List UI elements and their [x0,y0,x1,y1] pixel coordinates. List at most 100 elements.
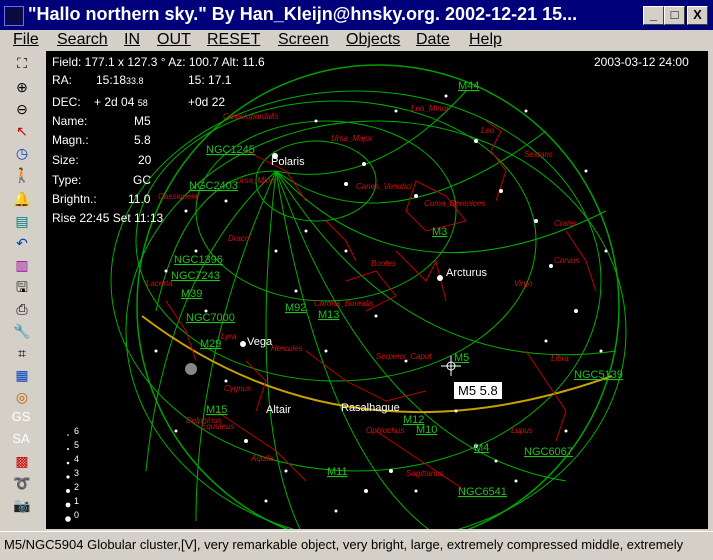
ra-value-fraction: 33.8 [126,76,144,86]
const-label: Cygnus [224,384,251,393]
dec-value-main: + 2d 04 [94,95,135,109]
datetime-display: 2003-03-12 24:00 [594,55,689,69]
title-bar: "Hallo northern sky." By Han_Kleijn@hnsk… [0,0,713,30]
const-label: Camelopardalis [223,112,279,121]
walk-icon[interactable]: 🚶 [12,166,32,184]
const-label: Delphinus [186,416,222,425]
size-value: 20 [138,153,152,167]
app-icon [4,6,24,26]
object-label-m29: M29 [200,338,221,350]
object-label-ngc1396: NGC1396 [174,254,223,266]
const-label: Lupus [511,426,533,435]
object-label-m4: M4 [474,442,489,454]
type-value: GC [133,173,151,187]
menu-out[interactable]: OUT [157,31,191,49]
menu-objects[interactable]: Objects [346,31,400,49]
pointer-icon[interactable]: ↖ [12,122,32,140]
object-label-ngc7243: NGC7243 [171,270,220,282]
binoculars-icon[interactable]: ⛶ [12,54,32,72]
object-label-m39: M39 [181,288,202,300]
object-label-ngc1245: NGC1245 [206,144,255,156]
ruler-icon[interactable]: ▤ [12,212,32,230]
const-label: Ophiuchus [366,426,404,435]
status-text: M5/NGC5904 Globular cluster,[V], very re… [4,537,684,552]
ra-value: 15:1833.8 [96,73,144,87]
camera-icon[interactable]: 📷 [12,496,32,514]
star-label-polaris: Polaris [271,156,305,168]
object-label-m92: M92 [285,302,306,314]
minimize-button[interactable]: _ [643,6,664,25]
object-label-m3: M3 [432,226,447,238]
star-labels[interactable]: Polaris Arcturus Vega Altair Rasalhague [247,156,487,416]
menu-in[interactable]: IN [124,31,140,49]
dec-value: + 2d 04 58 [94,95,148,109]
close-button[interactable]: X [687,6,708,25]
const-label: Aquila [250,454,274,463]
window-title: "Hallo northern sky." By Han_Kleijn@hnsk… [28,4,578,24]
menu-screen[interactable]: Screen [278,31,329,49]
print-icon[interactable]: ⎙ [12,300,32,318]
menu-search[interactable]: Search [57,31,108,49]
clock-icon[interactable]: ◷ [12,144,32,162]
object-tooltip: M5 5.8 [453,381,503,400]
const-label: Draco [228,234,250,243]
globe-icon[interactable]: ◎ [12,388,32,406]
const-label: Canes_Venatici [356,182,412,191]
left-toolbar: ⛶ ⊕ ⊖ ↖ ◷ 🚶 🔔 ▤ ↶ ▥ 🖫 ⎙ 🔧 ⌗ ▦ ◎ GS SA ▩ … [0,50,42,530]
bell-icon[interactable]: 🔔 [12,190,32,208]
object-label-ngc2403: NGC2403 [189,180,238,192]
gs-button[interactable]: GS [6,408,36,426]
name-label: Name: [52,114,88,128]
rise-set-times: Rise 22:45 Set 11:13 [52,211,164,225]
magn-label: Magn.: [52,133,89,147]
grid-icon[interactable]: ▩ [12,452,32,470]
status-bar: M5/NGC5904 Globular cluster,[V], very re… [0,531,713,560]
menu-reset[interactable]: RESET [207,31,260,49]
menu-bar: File Search IN OUT RESET Screen Objects … [0,30,713,50]
brightness-label: Brightn.: [52,192,97,206]
menu-file[interactable]: File [13,31,39,49]
const-label: Ursa_Minor [236,176,278,185]
brightness-value: 11.0 [128,192,151,206]
save-icon[interactable]: 🖫 [12,278,32,296]
ra-alt-value: 15: 17.1 [188,73,232,87]
const-label: Corvus [554,256,579,265]
const-label: Lyra [221,332,237,341]
const-label: Bootes [371,259,396,268]
const-label: Leo_Minor [411,104,449,113]
wrench-icon[interactable]: 🔧 [12,322,32,340]
maximize-button[interactable]: □ [664,6,685,25]
const-label: Lacerta [146,279,173,288]
object-label-ngc7000: NGC7000 [186,312,235,324]
object-label-m13: M13 [318,309,339,321]
const-label: Virgo [514,279,533,288]
mag-legend-dots [65,434,71,522]
sa-button[interactable]: SA [6,430,36,448]
lasso-icon[interactable]: ➰ [12,474,32,492]
const-label: Crater [554,219,577,228]
ra-label: RA: [52,73,73,87]
zoom-in-icon[interactable]: ⊕ [12,78,32,96]
menu-help[interactable]: Help [469,31,502,49]
planet-marker[interactable] [185,363,197,375]
ra-value-main: 15:18 [96,73,127,87]
star-label-rasalhague: Rasalhague [341,402,400,414]
object-label-m11: M11 [327,466,348,478]
undo-icon[interactable]: ↶ [12,234,32,252]
star-label-arcturus: Arcturus [446,267,487,279]
star-label-altair: Altair [266,404,291,416]
menu-date[interactable]: Date [416,31,450,49]
dec-label: DEC: [52,95,81,109]
const-label: Cassiopeia [158,192,198,201]
globe-outline [136,64,620,529]
sky-chart-view[interactable]: Camelopardalis Ursa_Major Leo_Minor Leo … [46,51,708,529]
const-label: Sagittarius [406,469,444,478]
size-label: Size: [52,153,79,167]
constellation-labels: Camelopardalis Ursa_Major Leo_Minor Leo … [146,104,579,478]
book-icon[interactable]: ▥ [12,256,32,274]
zoom-out-icon[interactable]: ⊖ [12,100,32,118]
dec-value-fraction: 58 [137,98,148,108]
binoculars2-icon[interactable]: ⌗ [12,344,32,362]
calendar-icon[interactable]: ▦ [12,366,32,384]
object-label-m44: M44 [458,80,479,92]
